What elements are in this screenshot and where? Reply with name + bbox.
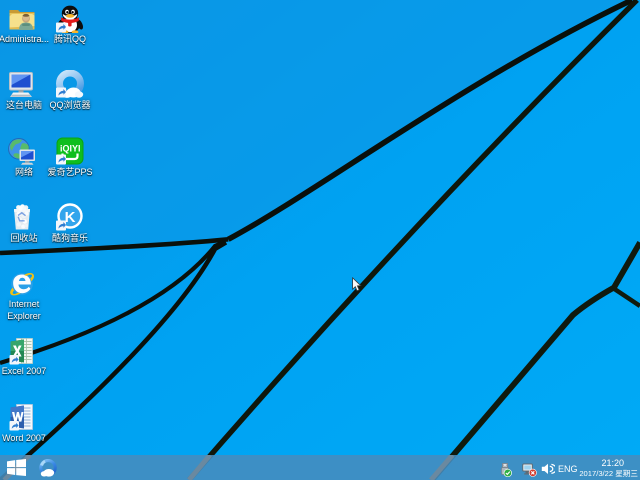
svg-text:iQIYI: iQIYI bbox=[60, 144, 81, 154]
svg-text:K: K bbox=[65, 209, 76, 226]
